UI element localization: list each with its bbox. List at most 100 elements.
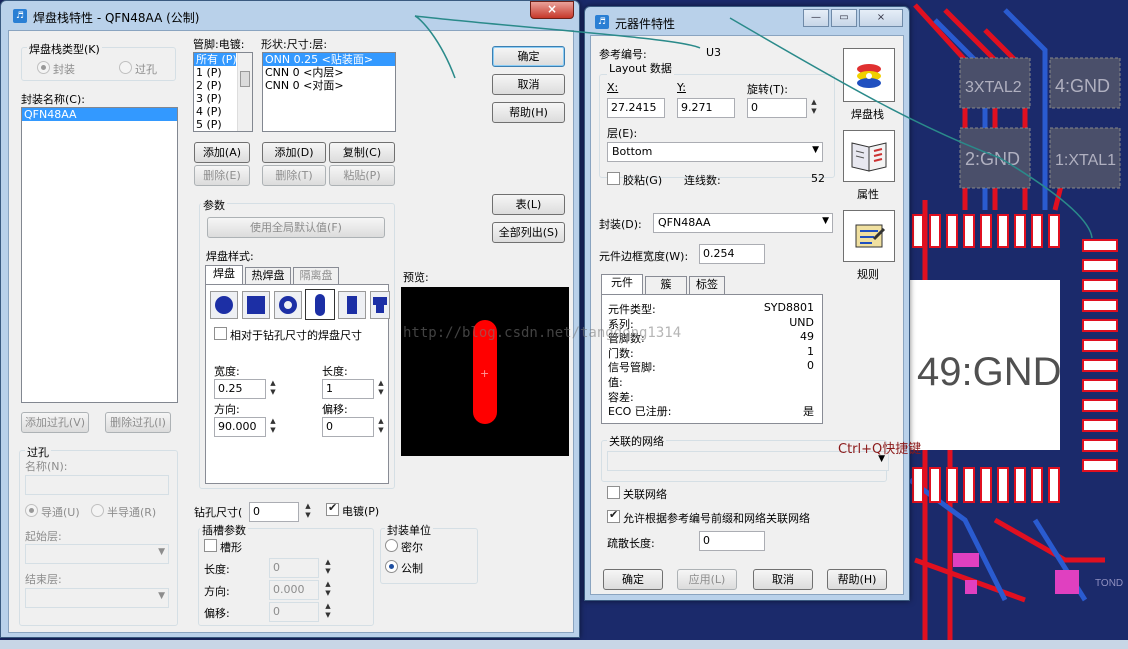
relative-drill-checkbox[interactable] [214, 327, 227, 340]
radio-via[interactable] [119, 61, 132, 74]
orientation-label: 方向: [214, 403, 240, 416]
length-label: 长度: [322, 365, 348, 378]
rules-button-label: 规则 [857, 268, 879, 281]
list-item[interactable]: 所有 (P) [194, 53, 237, 66]
drill-size-spinner[interactable]: ▲ ▼ [303, 502, 313, 522]
tab-component[interactable]: 元件 [601, 274, 643, 294]
width-spinner[interactable]: ▲ ▼ [268, 379, 278, 399]
use-global-defaults-button[interactable]: 使用全局默认值(F) [207, 217, 385, 238]
units-group-title: 封装单位 [385, 522, 433, 538]
paste-button[interactable]: 粘贴(P) [329, 165, 395, 186]
delete-via-button[interactable]: 删除过孔(I) [105, 412, 171, 433]
relative-drill-label: 相对于钻孔尺寸的焊盘尺寸 [230, 329, 362, 342]
start-layer-select[interactable]: ▼ [25, 544, 169, 564]
add-pin-button[interactable]: 添加(A) [194, 142, 250, 163]
delete-pin-button[interactable]: 删除(E) [194, 165, 250, 186]
plated-checkbox[interactable] [326, 501, 339, 516]
end-layer-select[interactable]: ▼ [25, 588, 169, 608]
delete-shape-button[interactable]: 删除(T) [262, 165, 326, 186]
shape-list[interactable]: ONN 0.25 <贴装面> CNN 0 <内层> CNN 0 <对面> [262, 52, 396, 132]
start-layer-label: 起始层: [25, 530, 62, 543]
allow-assoc-checkbox[interactable] [607, 508, 620, 523]
apply-button[interactable]: 应用(L) [677, 569, 737, 590]
radio-footprint[interactable] [37, 61, 50, 74]
fanout-length-field[interactable]: 0 [699, 531, 765, 551]
tab-labels[interactable]: 标签 [689, 276, 725, 294]
tab-cluster[interactable]: 簇 [645, 276, 687, 294]
list-item[interactable]: CNN 0 <内层> [263, 66, 395, 79]
rectangle-pad-icon[interactable] [338, 291, 366, 319]
slot-offset-label: 偏移: [204, 607, 230, 620]
orientation-spinner[interactable]: ▲ ▼ [268, 417, 278, 437]
list-item[interactable]: CNN 0 <对面> [263, 79, 395, 92]
via-name-field[interactable] [25, 475, 169, 495]
pcb-label-tond: TOND [1095, 578, 1123, 589]
slot-offset-field[interactable]: 0 [269, 602, 319, 622]
circle-pad-icon[interactable] [210, 291, 238, 319]
custom-pad-icon[interactable] [370, 291, 390, 319]
slot-offset-spinner[interactable]: ▲ ▼ [323, 602, 333, 622]
radio-metric-label: 公制 [401, 562, 423, 575]
pins-scrollbar[interactable] [237, 53, 252, 131]
slot-length-spinner[interactable]: ▲ ▼ [323, 558, 333, 578]
list-item[interactable]: QFN48AA [22, 108, 177, 121]
tab-antipad[interactable]: 隔离盘 [293, 267, 339, 285]
pins-list[interactable]: 所有 (P) 1 (P) 2 (P) 3 (P) 4 (P) 5 (P) [193, 52, 253, 132]
shortcut-annotation: Ctrl+Q快捷键 [838, 442, 922, 457]
slot-orientation-field[interactable]: 0.000 [269, 580, 319, 600]
tab-pad[interactable]: 焊盘 [205, 265, 243, 285]
component-info-panel: 元件类型: SYD8801 系列: UND 管脚数: 49 门数: 1 信号管脚: 0 值: 容差: E… [601, 294, 823, 424]
length-spinner[interactable]: ▲ ▼ [376, 379, 386, 399]
info-value: 1 [807, 344, 814, 358]
taskbar [0, 640, 1128, 649]
allow-assoc-label: 允许根据参考编号前缀和网络关联网络 [623, 512, 810, 525]
slot-orientation-label: 方向: [204, 585, 230, 598]
watermark: http://blog.csdn.net/tangdong1314 [403, 325, 682, 341]
footprint-name-label: 封装名称(C): [21, 93, 85, 106]
plated-label: 电镀(P) [342, 505, 380, 518]
preview-label: 预览: [403, 271, 429, 284]
footprint-list[interactable]: QFN48AA [21, 107, 178, 403]
radio-through[interactable] [25, 504, 38, 517]
via-name-label: 名称(N): [25, 460, 68, 473]
info-key: 门数: [608, 346, 634, 360]
component-cancel-button[interactable]: 取消 [753, 569, 813, 590]
info-row: 信号管脚: 0 [608, 359, 814, 374]
offset-field[interactable]: 0 [322, 417, 374, 437]
square-pad-icon[interactable] [242, 291, 270, 319]
assoc-net-checkbox[interactable] [607, 486, 620, 499]
copy-button[interactable]: 复制(C) [329, 142, 395, 163]
info-key: ECO 已注册: [608, 405, 672, 419]
pins-header: 管脚:电镀: [193, 38, 245, 51]
orientation-field[interactable]: 90.000 [214, 417, 266, 437]
radio-metric[interactable] [385, 560, 398, 573]
radio-semi[interactable] [91, 504, 104, 517]
component-ok-button[interactable]: 确定 [603, 569, 663, 590]
add-via-button[interactable]: 添加过孔(V) [21, 412, 89, 433]
component-help-button[interactable]: 帮助(H) [827, 569, 887, 590]
radio-footprint-label: 封装 [53, 63, 75, 76]
add-shape-button[interactable]: 添加(D) [262, 142, 326, 163]
info-row: ECO 已注册: 是 [608, 403, 814, 419]
tab-thermal[interactable]: 热焊盘 [245, 267, 291, 285]
info-row: 容差: [608, 389, 814, 404]
slot-orientation-spinner[interactable]: ▲ ▼ [323, 580, 333, 600]
offset-spinner[interactable]: ▲ ▼ [376, 417, 386, 437]
width-label: 宽度: [214, 365, 240, 378]
scroll-thumb[interactable] [240, 71, 250, 87]
slot-length-field[interactable]: 0 [269, 558, 319, 578]
slotted-checkbox[interactable] [204, 539, 217, 552]
radio-via-label: 过孔 [135, 63, 157, 76]
radio-mil[interactable] [385, 539, 398, 552]
oval-pad-icon[interactable] [305, 289, 335, 320]
radio-semi-label: 半导通(R) [107, 506, 157, 519]
drill-size-field[interactable]: 0 [249, 502, 299, 522]
assoc-net-label: 关联网络 [623, 488, 667, 501]
length-field[interactable]: 1 [322, 379, 374, 399]
info-row: 元件类型: SYD8801 [608, 301, 814, 316]
list-item[interactable]: ONN 0.25 <贴装面> [263, 53, 395, 66]
app-icon: ♬ [13, 9, 27, 23]
padstack-title: 焊盘栈特性 - QFN48AA (公制) [33, 11, 200, 25]
annular-pad-icon[interactable] [274, 291, 302, 319]
width-field[interactable]: 0.25 [214, 379, 266, 399]
